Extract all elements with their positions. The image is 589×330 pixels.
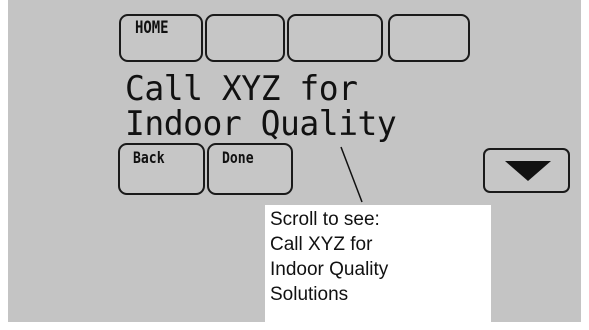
- callout-line-3: Indoor Quality: [270, 259, 389, 280]
- thermostat-screen: HOME Call XYZ for Indoor Quality Back Do…: [8, 0, 581, 322]
- callout-box: Scroll to see: Call XYZ for Indoor Quali…: [265, 205, 491, 322]
- callout-line-2: Call XYZ for: [270, 234, 373, 255]
- callout-line-1: Scroll to see:: [270, 209, 380, 230]
- callout-line-4: Solutions: [270, 284, 349, 305]
